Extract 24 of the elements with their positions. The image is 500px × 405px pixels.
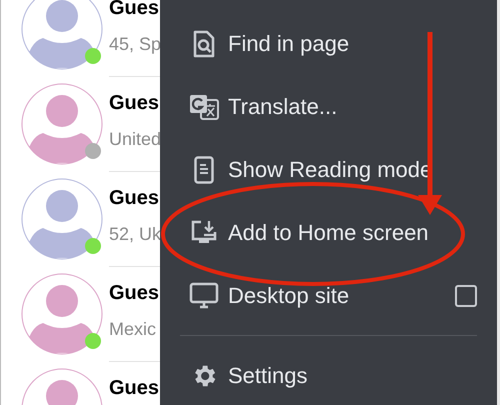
menu-item[interactable]: Translate... bbox=[160, 75, 497, 138]
contact-detail: Mexic bbox=[109, 318, 158, 341]
menu-item[interactable]: Desktop site bbox=[160, 264, 497, 327]
menu-item-label: Desktop site bbox=[228, 282, 350, 310]
contact-name: Gues bbox=[109, 281, 160, 305]
menu-item[interactable]: Find in page bbox=[160, 12, 497, 75]
contact-name: Gues bbox=[109, 91, 160, 115]
contact-name: Gues bbox=[109, 0, 160, 20]
contact-detail: 52, Uk bbox=[109, 223, 162, 246]
menu-item-label: Find in page bbox=[228, 30, 350, 58]
checkbox[interactable] bbox=[455, 284, 477, 306]
document-icon bbox=[194, 156, 214, 184]
contact-detail: 45, Sp bbox=[109, 33, 162, 56]
contact-name: Gues bbox=[109, 186, 160, 210]
contact-detail: United bbox=[109, 128, 162, 151]
translate-icon bbox=[189, 94, 219, 120]
menu-item[interactable]: Add to Home screen bbox=[160, 201, 497, 264]
search-icon bbox=[192, 30, 216, 58]
contact-name: Gues bbox=[109, 376, 160, 400]
menu-item[interactable]: Settings bbox=[160, 344, 497, 405]
menu-item-label: Settings bbox=[228, 362, 308, 390]
menu-item-label: Translate... bbox=[228, 93, 338, 121]
monitor-icon bbox=[189, 282, 219, 310]
menu-item-label: Add to Home screen bbox=[228, 219, 429, 247]
